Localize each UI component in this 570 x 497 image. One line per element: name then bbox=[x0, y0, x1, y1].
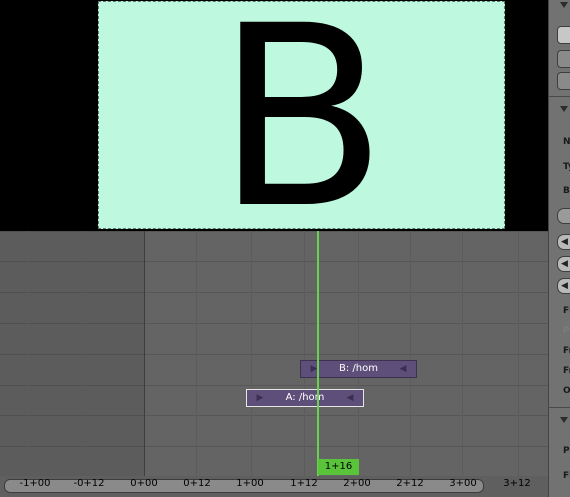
sequencer-timeline[interactable]: ▶ B: /hom ◀ ▶ A: /hom ◀ 1+16 -1+00 -0+12… bbox=[0, 231, 548, 497]
panel-label: B bbox=[563, 186, 570, 196]
panel-label: Ty bbox=[563, 162, 570, 172]
panel-label: Fr bbox=[563, 346, 570, 356]
grid-line bbox=[251, 231, 252, 476]
panel-divider bbox=[549, 96, 570, 97]
timeline-tick-label: 0+00 bbox=[130, 478, 158, 489]
panel-label: O bbox=[563, 386, 570, 396]
strip-right-handle-icon[interactable]: ◀ bbox=[394, 361, 412, 377]
preview-frame-letter: B bbox=[215, 0, 388, 231]
grid-line bbox=[196, 231, 197, 476]
grid-line bbox=[518, 231, 519, 476]
current-frame-badge: 1+16 bbox=[318, 459, 359, 475]
collapse-triangle-icon[interactable] bbox=[560, 417, 568, 423]
strip-label: B: /hom bbox=[339, 363, 378, 374]
timeline-tick-label: 1+12 bbox=[290, 478, 318, 489]
panel-label: Pa bbox=[563, 446, 570, 456]
left-arrow-icon[interactable]: ◀ bbox=[557, 278, 570, 294]
sequence-strip-a[interactable]: ▶ A: /hom ◀ bbox=[246, 389, 364, 407]
timeline-tick-label: 2+00 bbox=[343, 478, 371, 489]
panel-expand-icon[interactable] bbox=[560, 2, 568, 8]
pencil-icon[interactable] bbox=[557, 26, 570, 44]
timeline-tick-label: 3+00 bbox=[449, 478, 477, 489]
panel-toggle[interactable] bbox=[557, 208, 570, 224]
timeline-tick-label: 3+12 bbox=[503, 478, 531, 489]
playhead[interactable] bbox=[317, 231, 319, 476]
grid-line bbox=[27, 231, 28, 476]
strip-right-handle-icon[interactable]: ◀ bbox=[341, 390, 359, 406]
timeline-tick-label: -1+00 bbox=[19, 478, 51, 489]
collapse-triangle-icon[interactable] bbox=[560, 106, 568, 112]
timeline-tick-label: 1+00 bbox=[236, 478, 264, 489]
left-arrow-icon[interactable]: ◀ bbox=[557, 256, 570, 272]
grid-line bbox=[410, 231, 411, 476]
panel-button[interactable] bbox=[557, 50, 570, 68]
timeline-scrollbar[interactable]: -1+00 -0+12 0+00 0+12 1+00 1+12 2+00 2+1… bbox=[0, 476, 548, 497]
strip-left-handle-icon[interactable]: ▶ bbox=[305, 361, 323, 377]
preview-frame: B bbox=[98, 0, 505, 231]
left-arrow-icon[interactable]: ◀ bbox=[557, 234, 570, 250]
panel-button[interactable] bbox=[557, 72, 570, 90]
grid-line bbox=[85, 231, 86, 476]
panel-label: N bbox=[563, 137, 570, 147]
properties-panel: N Ty B ◀ ◀ ◀ Fi Pl Fr Fr O Pa Fi bbox=[548, 0, 570, 497]
timeline-tick-label: 2+12 bbox=[396, 478, 424, 489]
timeline-tick-label: 0+12 bbox=[183, 478, 211, 489]
timeline-tick-label: -0+12 bbox=[73, 478, 105, 489]
panel-label: Fr bbox=[563, 366, 570, 376]
grid-line bbox=[462, 231, 463, 476]
panel-label: Pl bbox=[563, 326, 570, 336]
grid-line bbox=[358, 231, 359, 476]
grid-line bbox=[304, 231, 305, 476]
panel-divider bbox=[549, 407, 570, 408]
out-of-range-region bbox=[0, 231, 145, 476]
panel-label: Fi bbox=[563, 306, 570, 316]
strip-left-handle-icon[interactable]: ▶ bbox=[251, 390, 269, 406]
sequencer-preview: B bbox=[0, 0, 548, 231]
panel-label: Fi bbox=[563, 471, 570, 481]
